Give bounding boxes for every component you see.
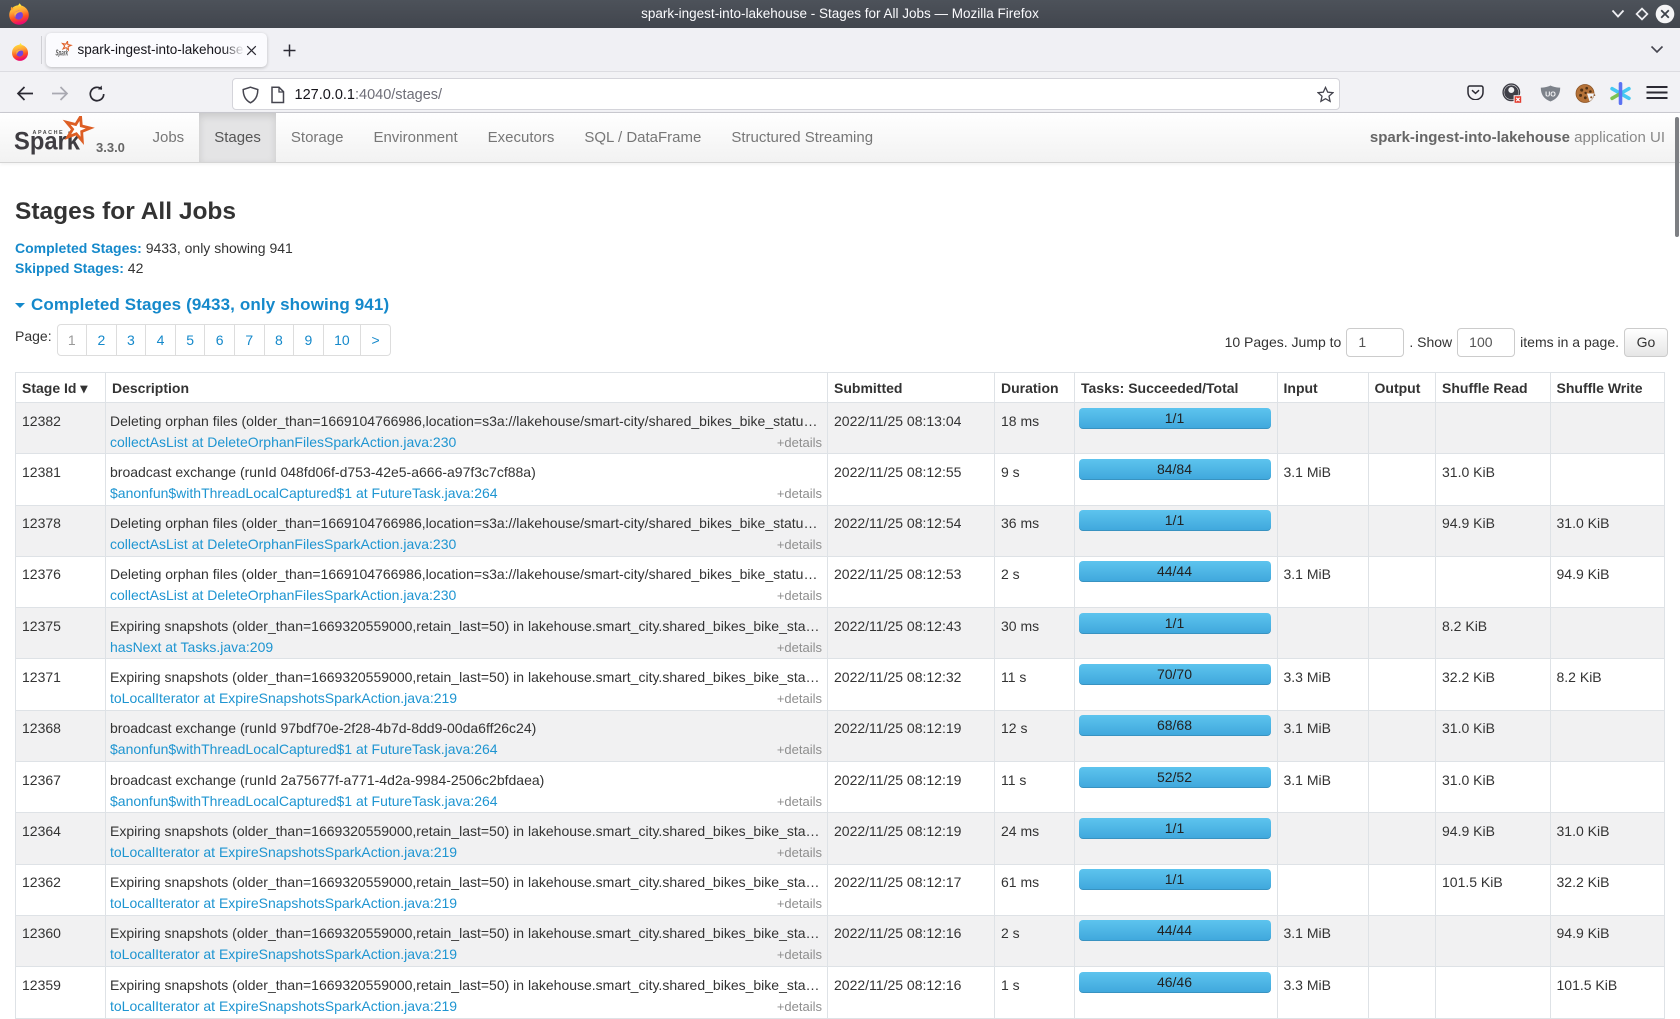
svg-text:Spark: Spark (56, 47, 69, 57)
svg-text:UO: UO (1545, 89, 1556, 98)
svg-text:APACHE: APACHE (33, 130, 65, 136)
